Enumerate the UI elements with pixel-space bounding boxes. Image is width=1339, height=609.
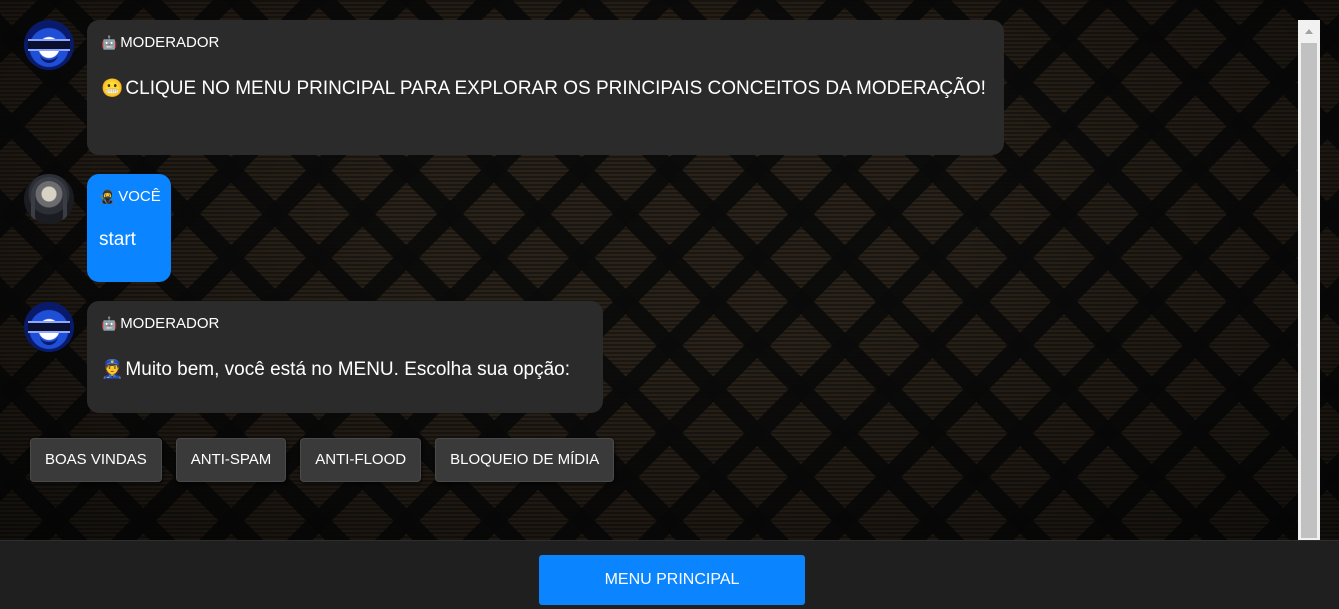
option-anti-spam-button[interactable]: ANTI-SPAM bbox=[175, 438, 287, 482]
message-sender: 🤖 MODERADOR bbox=[101, 315, 589, 333]
message-text: 😬 CLIQUE NO MENU PRINCIPAL PARA EXPLORAR … bbox=[101, 76, 990, 101]
robot-icon: 🤖 bbox=[101, 35, 118, 50]
police-officer-icon: 👮 bbox=[101, 359, 124, 379]
grimacing-face-icon: 😬 bbox=[101, 78, 124, 98]
scrollbar-thumb[interactable] bbox=[1301, 43, 1317, 538]
user-avatar bbox=[24, 174, 74, 224]
moderator-avatar bbox=[24, 302, 74, 352]
sender-name: MODERADOR bbox=[120, 34, 220, 51]
option-anti-flood-button[interactable]: ANTI-FLOOD bbox=[300, 438, 422, 482]
message-body: CLIQUE NO MENU PRINCIPAL PARA EXPLORAR O… bbox=[125, 78, 986, 99]
option-boas-vindas-button[interactable]: BOAS VINDAS bbox=[30, 438, 162, 482]
message-sender: 🥷 VOCÊ bbox=[99, 188, 161, 206]
message-bubble-moderator: 🤖 MODERADOR 👮 Muito bem, você está no MEN… bbox=[87, 301, 603, 413]
message-sender: 🤖 MODERADOR bbox=[101, 34, 990, 52]
option-buttons: BOAS VINDAS ANTI-SPAM ANTI-FLOOD BLOQUEI… bbox=[30, 438, 628, 482]
robot-icon: 🤖 bbox=[101, 316, 118, 331]
message-body: start bbox=[99, 229, 136, 250]
scroll-up-arrow-icon[interactable] bbox=[1298, 20, 1320, 42]
message-text: start bbox=[99, 228, 157, 252]
sender-name: MODERADOR bbox=[120, 315, 220, 332]
sender-name: VOCÊ bbox=[118, 188, 161, 205]
option-bloqueio-de-midia-button[interactable]: BLOQUEIO DE MÍDIA bbox=[435, 438, 615, 482]
chat-area[interactable]: 🤖 MODERADOR 😬 CLIQUE NO MENU PRINCIPAL PA… bbox=[0, 0, 1296, 540]
message-bubble-moderator: 🤖 MODERADOR 😬 CLIQUE NO MENU PRINCIPAL PA… bbox=[87, 20, 1004, 155]
bottom-bar: MENU PRINCIPAL bbox=[0, 540, 1339, 609]
person-icon: 🥷 bbox=[99, 189, 116, 204]
chat-scrollbar[interactable] bbox=[1298, 20, 1320, 540]
moderator-avatar bbox=[24, 20, 74, 70]
message-body: Muito bem, você está no MENU. Escolha su… bbox=[125, 359, 571, 380]
main-menu-button[interactable]: MENU PRINCIPAL bbox=[539, 555, 805, 605]
message-bubble-user: 🥷 VOCÊ start bbox=[87, 174, 171, 282]
message-text: 👮 Muito bem, você está no MENU. Escolha s… bbox=[101, 357, 589, 382]
